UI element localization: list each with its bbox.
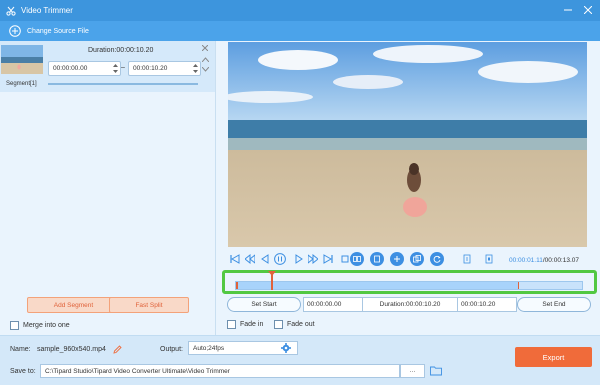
- set-start-button[interactable]: Set Start: [227, 297, 301, 312]
- checkbox[interactable]: [227, 320, 236, 329]
- minimize-icon: [564, 9, 572, 11]
- segment-cut-icon: [353, 256, 361, 262]
- playhead[interactable]: [271, 271, 273, 290]
- plus-icon: [394, 256, 400, 262]
- window-title: Video Trimmer: [21, 6, 73, 15]
- minimize-button[interactable]: [562, 4, 574, 16]
- copy-icon: [374, 255, 380, 263]
- total-time: /00:00:13.07: [542, 257, 580, 264]
- timeline-highlight: [222, 270, 597, 294]
- plus-circle-icon: [9, 25, 21, 37]
- set-range-row: Set Start 00:00:00.00 Duration:00:00:10.…: [227, 297, 593, 312]
- save-path-value: C:\Tipard Studio\Tipard Video Converter …: [45, 367, 230, 375]
- video-preview[interactable]: [228, 42, 587, 247]
- cut-tool-button[interactable]: [350, 252, 364, 266]
- segment-card[interactable]: Segment[1] Duration:00:00:10.20 00:00:00…: [0, 41, 215, 92]
- set-duration: Duration:00:00:10.20: [363, 297, 457, 312]
- reset-icon: [433, 255, 441, 263]
- segment-range-bar: [48, 83, 198, 85]
- segment-start-value: 00:00:00.00: [53, 65, 88, 72]
- spinner-icon[interactable]: [193, 64, 198, 73]
- copy-segment-button[interactable]: [370, 252, 384, 266]
- file-name: sample_960x540.mp4: [37, 346, 106, 353]
- browse-button[interactable]: ···: [400, 364, 425, 378]
- fade-in-label: Fade in: [240, 321, 264, 328]
- skip-end-icon[interactable]: [323, 254, 333, 264]
- chevron-down-icon[interactable]: [202, 67, 209, 72]
- add-button[interactable]: [390, 252, 404, 266]
- prev-frame-icon[interactable]: [260, 254, 270, 264]
- panel-divider: [215, 41, 216, 335]
- save-to-label: Save to:: [10, 368, 36, 375]
- save-path-field[interactable]: C:\Tipard Studio\Tipard Video Converter …: [40, 364, 400, 378]
- close-button[interactable]: [582, 4, 594, 16]
- timeline-selection[interactable]: [236, 282, 519, 289]
- fast-split-button[interactable]: Fast Split: [109, 297, 189, 313]
- mark-in-icon[interactable]: [462, 254, 472, 264]
- change-source-file-label: Change Source File: [27, 27, 89, 35]
- current-time: 00:00:01.11: [509, 257, 543, 264]
- timeline-track[interactable]: [235, 281, 583, 290]
- next-frame-icon[interactable]: [294, 254, 304, 264]
- edit-pencil-icon[interactable]: [113, 345, 122, 354]
- export-button[interactable]: Export: [515, 347, 592, 367]
- fade-in-checkbox[interactable]: Fade in: [227, 320, 263, 329]
- segment-thumbnail: [1, 45, 43, 74]
- folder-icon[interactable]: [430, 365, 442, 376]
- fade-out-label: Fade out: [287, 321, 315, 328]
- reset-button[interactable]: [430, 252, 444, 266]
- title-bar: Video Trimmer: [0, 0, 600, 21]
- set-end-field[interactable]: 00:00:10.20: [457, 297, 517, 312]
- add-segment-button[interactable]: Add Segment: [27, 297, 120, 313]
- name-label: Name:: [10, 346, 31, 353]
- segment-end-value: 00:00:10.20: [133, 65, 168, 72]
- change-source-file-button[interactable]: Change Source File: [0, 21, 600, 41]
- segment-label: Segment[1]: [6, 81, 37, 87]
- close-icon[interactable]: [202, 45, 208, 51]
- time-readout: 00:00:01.11/00:00:13.07: [509, 257, 579, 264]
- output-label: Output:: [160, 346, 183, 353]
- segment-end-field[interactable]: 00:00:10.20: [128, 61, 201, 76]
- duplicate-button[interactable]: [410, 252, 424, 266]
- mark-out-icon[interactable]: [484, 254, 494, 264]
- skip-start-icon[interactable]: [230, 254, 240, 264]
- segment-start-field[interactable]: 00:00:00.00: [48, 61, 121, 76]
- rewind-icon[interactable]: [245, 254, 255, 264]
- duplicate-icon: [413, 255, 421, 263]
- fade-out-checkbox[interactable]: Fade out: [274, 320, 315, 329]
- segment-duration: Duration:00:00:10.20: [88, 47, 154, 54]
- stop-icon[interactable]: [340, 254, 350, 264]
- set-end-button[interactable]: Set End: [517, 297, 591, 312]
- fast-forward-icon[interactable]: [308, 254, 318, 264]
- merge-checkbox[interactable]: Merge into one: [10, 321, 70, 330]
- checkbox[interactable]: [10, 321, 19, 330]
- close-icon: [584, 6, 592, 14]
- set-start-field[interactable]: 00:00:00.00: [303, 297, 363, 312]
- gear-icon[interactable]: [281, 343, 291, 353]
- chevron-up-icon[interactable]: [202, 57, 209, 62]
- checkbox[interactable]: [274, 320, 283, 329]
- spinner-icon[interactable]: [113, 64, 118, 73]
- segment-panel: Segment[1] Duration:00:00:10.20 00:00:00…: [0, 41, 215, 335]
- output-format-value: Auto;24fps: [193, 344, 225, 352]
- merge-label: Merge into one: [23, 322, 70, 329]
- range-dash: –: [121, 64, 125, 71]
- scissors-icon: [6, 6, 16, 16]
- pause-icon[interactable]: [274, 253, 286, 265]
